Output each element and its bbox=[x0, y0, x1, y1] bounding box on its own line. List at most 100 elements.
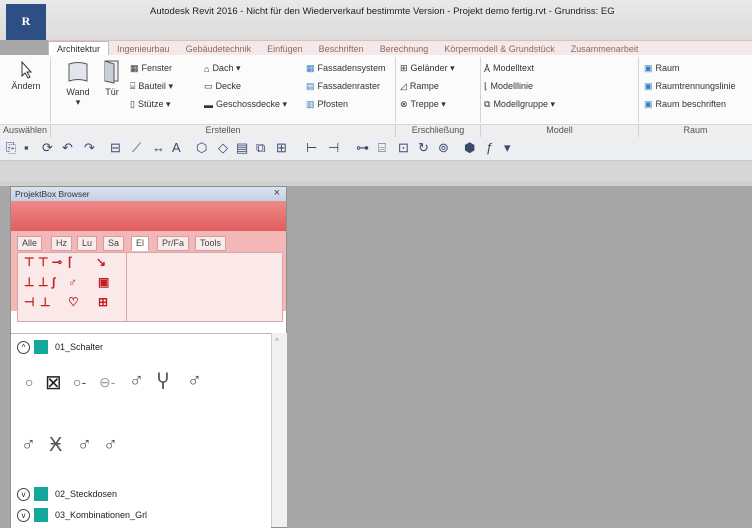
pfosten-button[interactable]: ▥ Pfosten bbox=[306, 99, 348, 110]
ceiling-icon: ▭ bbox=[204, 81, 213, 92]
undo-icon[interactable]: ↶ bbox=[62, 140, 73, 156]
align-icon[interactable]: ⊢ bbox=[306, 140, 317, 156]
switch-symbol-icon[interactable]: ♂ bbox=[129, 370, 144, 393]
close-views-icon[interactable]: ⧉ bbox=[256, 140, 265, 156]
link-icon[interactable]: ⊶ bbox=[356, 140, 369, 156]
aendern-button[interactable]: Ändern bbox=[6, 60, 46, 91]
modellgruppe-label: Modellgruppe bbox=[493, 99, 548, 109]
tab-alle[interactable]: Alle bbox=[17, 236, 43, 251]
switch-symbol-icon[interactable]: ♂ bbox=[77, 434, 92, 457]
geschossdecke-button[interactable]: ▬ Geschossdecke ▾ bbox=[204, 99, 287, 110]
3d-view-icon[interactable]: ⬡ bbox=[196, 140, 207, 156]
fenster-label: Fenster bbox=[141, 63, 173, 73]
dach-button[interactable]: ⌂ Dach ▾ bbox=[204, 63, 240, 74]
switch-symbol-icon[interactable]: ○ bbox=[25, 374, 33, 390]
rampe-label: Rampe bbox=[409, 81, 439, 91]
sensor-icon[interactable]: ⊤ bbox=[24, 255, 34, 269]
tab-el[interactable]: El bbox=[131, 236, 150, 251]
heart-icon[interactable]: ♡ bbox=[68, 295, 79, 309]
ground-icon[interactable]: ⊥ bbox=[40, 295, 50, 309]
expand-icon[interactable]: v bbox=[17, 488, 30, 501]
switch-windows-icon[interactable]: ⊞ bbox=[276, 140, 287, 156]
switch-icon[interactable]: ↘ bbox=[96, 255, 106, 269]
sensor-icon[interactable]: ⊤ bbox=[38, 255, 48, 269]
switch-symbol-icon[interactable]: ♂ bbox=[187, 370, 202, 393]
tab-tools[interactable]: Tools bbox=[195, 236, 227, 251]
switch-symbol-icon[interactable]: ⊠ bbox=[45, 370, 62, 395]
save-icon[interactable]: ▪ bbox=[24, 140, 29, 155]
gelaender-label: Geländer bbox=[410, 63, 448, 73]
fork-icon[interactable]: ♂ bbox=[68, 275, 77, 289]
list-scrollbar[interactable]: ^ bbox=[271, 333, 287, 527]
measure-icon[interactable]: ⟋ bbox=[132, 140, 141, 156]
gelaender-button[interactable]: ⊞ Geländer ▾ bbox=[400, 63, 455, 74]
rotate-icon[interactable]: ↻ bbox=[418, 140, 429, 156]
modelltext-button[interactable]: Å Modelltext bbox=[484, 63, 534, 74]
frame-icon[interactable]: ⌈ bbox=[68, 255, 73, 269]
text-icon[interactable]: A bbox=[172, 140, 181, 155]
bauteil-button[interactable]: ⌸ Bauteil ▾ bbox=[130, 81, 173, 92]
switch-symbol-icon[interactable]: ♂ bbox=[103, 434, 118, 457]
modelllinie-button[interactable]: ⌊ Modelllinie bbox=[484, 81, 533, 92]
section-icon[interactable]: ◇ bbox=[218, 140, 228, 156]
drawing-area[interactable] bbox=[285, 186, 752, 526]
collapse-icon[interactable]: ^ bbox=[17, 341, 30, 354]
thin-lines-icon[interactable]: ▤ bbox=[236, 140, 248, 156]
panel-auswaehlen[interactable]: Auswählen ▾ bbox=[0, 124, 51, 145]
title-bar: R Autodesk Revit 2016 - Nicht für den Wi… bbox=[0, 0, 752, 40]
dimension-icon[interactable]: ↔ bbox=[152, 140, 165, 155]
tag-icon[interactable]: ⌸ bbox=[378, 140, 386, 156]
ground-icon[interactable]: ⊥ bbox=[38, 275, 48, 289]
modellgruppe-button[interactable]: ⧉ Modellgruppe ▾ bbox=[484, 99, 555, 110]
fassadensystem-button[interactable]: ▦ Fassadensystem bbox=[306, 63, 386, 74]
switch-symbol-icon[interactable]: ○- bbox=[73, 374, 86, 390]
revit-logo[interactable]: R bbox=[6, 4, 46, 40]
modelltext-label: Modelltext bbox=[493, 63, 535, 73]
ground-icon[interactable]: ⊥ bbox=[24, 275, 34, 289]
view-icon[interactable]: ⊚ bbox=[438, 140, 449, 156]
tab-sa[interactable]: Sa bbox=[103, 236, 125, 251]
redo-icon[interactable]: ↷ bbox=[84, 140, 95, 156]
tab-prfa[interactable]: Pr/Fa bbox=[157, 236, 190, 251]
treppe-button[interactable]: ⊗ Treppe ▾ bbox=[400, 99, 446, 110]
switch-symbol-icon[interactable]: Ⴤ bbox=[157, 370, 169, 395]
plug-icon[interactable]: ⊣ bbox=[24, 295, 34, 309]
print-icon[interactable]: ⊟ bbox=[110, 140, 121, 156]
model-icon[interactable]: ⬢ bbox=[464, 140, 475, 156]
family-icon[interactable]: ⊡ bbox=[398, 140, 409, 156]
model-line-icon: ⌊ bbox=[484, 81, 488, 92]
customize-icon[interactable]: ▾ bbox=[504, 140, 511, 156]
tab-hz[interactable]: Hz bbox=[51, 236, 72, 251]
switch-symbol-icon[interactable]: Ӿ bbox=[49, 434, 62, 457]
fassadenraster-button[interactable]: ▤ Fassadenraster bbox=[306, 81, 380, 92]
pfosten-label: Pfosten bbox=[317, 99, 349, 109]
symbol-palette: ⊤ ⊤ ⊸ ⌈ ↘ ⊥ ⊥ ∫ ♂ ▣ ⊣ ⊥ ♡ ⊞ bbox=[17, 252, 283, 322]
stuetze-button[interactable]: ▯ Stütze ▾ bbox=[130, 99, 171, 110]
formula-icon[interactable]: ƒ bbox=[486, 140, 493, 155]
raum-beschriften-button[interactable]: ▣ Raum beschriften bbox=[644, 99, 726, 110]
tab-lu[interactable]: Lu bbox=[77, 236, 98, 251]
offset-icon[interactable]: ⊣ bbox=[328, 140, 339, 156]
wand-button[interactable]: Wand ▾ bbox=[58, 59, 98, 108]
open-icon[interactable]: ⎘ bbox=[6, 140, 16, 156]
raumtrennung-button[interactable]: ▣ Raumtrennungslinie bbox=[644, 81, 736, 92]
tuer-button[interactable]: Tür bbox=[100, 59, 124, 97]
key-icon[interactable]: ⊸ bbox=[52, 255, 62, 269]
sync-icon[interactable]: ⟳ bbox=[42, 140, 53, 156]
rampe-button[interactable]: ◿ Rampe bbox=[400, 81, 439, 92]
fenster-button[interactable]: ▦ Fenster bbox=[130, 63, 172, 74]
room-icon: ▣ bbox=[644, 63, 653, 74]
decke-button[interactable]: ▭ Decke bbox=[204, 81, 241, 92]
close-icon[interactable]: × bbox=[274, 187, 280, 199]
model-group-icon: ⧉ bbox=[484, 99, 491, 110]
wave-icon[interactable]: ∫ bbox=[52, 275, 55, 289]
switch-symbol-icon[interactable]: ♂ bbox=[21, 434, 36, 457]
box-icon[interactable]: ▣ bbox=[98, 275, 109, 289]
scroll-up-icon[interactable]: ^ bbox=[275, 337, 283, 346]
switch-symbol-icon[interactable]: ⊖- bbox=[99, 374, 115, 391]
expand-icon[interactable]: v bbox=[17, 509, 30, 522]
ramp-icon: ◿ bbox=[400, 81, 407, 92]
raum-button[interactable]: ▣ Raum bbox=[644, 63, 680, 74]
panel-icon[interactable]: ⊞ bbox=[98, 295, 108, 309]
ribbon: Ändern Wand ▾ Tür ▦ Fenster ⌸ Bauteil ▾ ▯ St… bbox=[0, 55, 752, 145]
